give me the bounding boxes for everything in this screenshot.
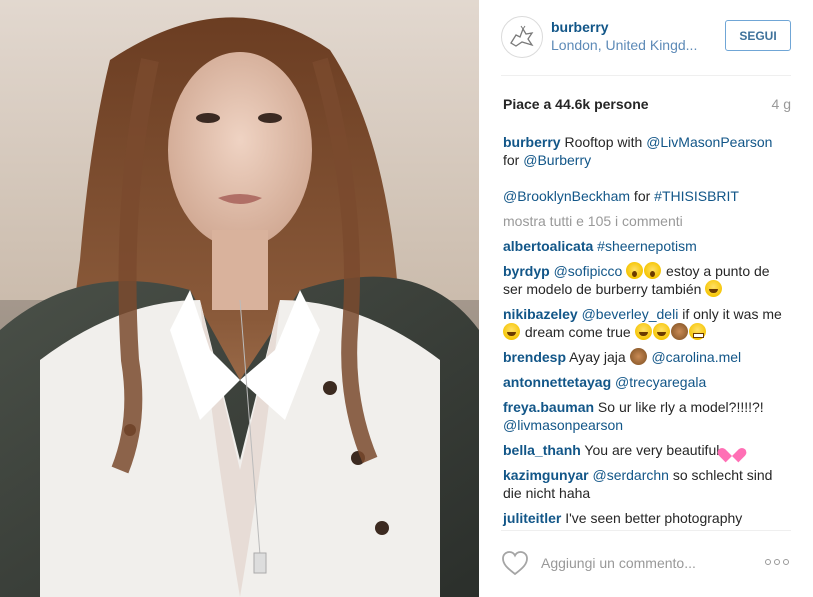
- comment-username[interactable]: antonnettetayag: [503, 374, 611, 390]
- comment-username[interactable]: bella_thanh: [503, 442, 581, 458]
- caption-mention[interactable]: @Burberry: [523, 152, 591, 168]
- list-item: antonnettetayag @trecyaregala: [503, 373, 791, 391]
- likes-count[interactable]: Piace a 44.6k persone: [503, 96, 649, 112]
- post-header: burberry London, United Kingd... SEGUI: [501, 14, 791, 62]
- see-no-evil-monkey-emoji-icon: [670, 323, 688, 340]
- burberry-knight-logo-icon: [510, 25, 534, 47]
- comment-mention[interactable]: @carolina.mel: [651, 349, 741, 365]
- sparkling-heart-emoji-icon: [723, 441, 743, 458]
- post-caption: burberry Rooftop with @LivMasonPearson f…: [503, 133, 791, 169]
- caption-text: Rooftop with: [560, 134, 647, 150]
- comment-username[interactable]: nikibazeley: [503, 306, 578, 322]
- view-all-comments-link[interactable]: mostra tutti e 105 i commenti: [503, 212, 791, 230]
- list-item: nikibazeley @beverley_deli if only it wa…: [503, 305, 791, 341]
- list-item: bella_thanh You are very beautiful: [503, 441, 791, 459]
- see-no-evil-monkey-emoji-icon: [629, 348, 647, 365]
- more-options-icon[interactable]: [765, 557, 791, 567]
- post-footer: [501, 540, 791, 588]
- dot-icon: [783, 559, 789, 565]
- comment-username[interactable]: juliteitler: [503, 510, 561, 526]
- footer-divider: [501, 530, 791, 531]
- caption-text: for: [630, 188, 655, 204]
- comment-username[interactable]: kazimgunyar: [503, 467, 589, 483]
- comment-input[interactable]: [541, 552, 751, 574]
- comment-text: You are very beautiful: [580, 442, 724, 458]
- comments-list: burberry Rooftop with @LivMasonPearson f…: [503, 133, 791, 534]
- post-age[interactable]: 4 g: [772, 96, 791, 112]
- post-photo[interactable]: [0, 0, 479, 597]
- comment-mention[interactable]: @serdarchn: [592, 467, 668, 483]
- comment-mention[interactable]: @trecyaregala: [615, 374, 706, 390]
- comment-text: I've seen better photography: [561, 510, 743, 526]
- comment-mention[interactable]: @beverley_deli: [582, 306, 679, 322]
- comment-text: So ur like rly a model?!!!!?!: [594, 399, 764, 415]
- photo-illustration: [0, 0, 479, 597]
- crying-emoji-icon: [652, 323, 670, 340]
- comment-hashtag[interactable]: #sheernepotism: [597, 238, 697, 254]
- caption-mention[interactable]: @LivMasonPearson: [646, 134, 772, 150]
- scream-emoji-icon: [644, 262, 662, 279]
- comment-username[interactable]: freya.bauman: [503, 399, 594, 415]
- comment-text: if only it was me: [678, 306, 782, 322]
- post-username[interactable]: burberry: [551, 19, 609, 35]
- grimacing-emoji-icon: [688, 323, 706, 340]
- comment-username[interactable]: byrdyp: [503, 263, 550, 279]
- dot-icon: [774, 559, 780, 565]
- laughing-crying-emoji-icon: [705, 280, 723, 297]
- caption-hashtag[interactable]: #THISISBRIT: [654, 188, 739, 204]
- follow-button[interactable]: SEGUI: [725, 20, 791, 51]
- comment-username[interactable]: brendesp: [503, 349, 566, 365]
- caption-text: for: [503, 152, 524, 168]
- list-item: kazimgunyar @serdarchn so schlecht sind …: [503, 466, 791, 502]
- comment-text: Ayay jaja: [566, 349, 630, 365]
- post-details-panel: burberry London, United Kingd... SEGUI P…: [479, 0, 813, 597]
- comment-username[interactable]: albertoalicata: [503, 238, 593, 254]
- list-item: byrdyp @sofipicco estoy a punto de ser m…: [503, 262, 791, 298]
- caption-second-line: @BrooklynBeckham for #THISISBRIT: [503, 187, 791, 205]
- avatar[interactable]: [501, 16, 543, 58]
- dot-icon: [765, 559, 771, 565]
- comment-text: dream come true: [521, 324, 635, 340]
- caption-username[interactable]: burberry: [503, 134, 561, 150]
- crying-emoji-icon: [634, 323, 652, 340]
- header-divider: [501, 75, 791, 76]
- heart-icon[interactable]: [501, 550, 529, 576]
- comment-mention[interactable]: @sofipicco: [554, 263, 623, 279]
- crying-emoji-icon: [503, 323, 520, 340]
- list-item: brendesp Ayay jaja @carolina.mel: [503, 348, 791, 366]
- list-item: freya.bauman So ur like rly a model?!!!!…: [503, 398, 791, 434]
- post-location[interactable]: London, United Kingd...: [551, 37, 711, 53]
- list-item: albertoalicata #sheernepotism: [503, 237, 791, 255]
- comment-mention[interactable]: @livmasonpearson: [503, 417, 623, 433]
- list-item: juliteitler I've seen better photography: [503, 509, 791, 527]
- caption-mention[interactable]: @BrooklynBeckham: [503, 188, 630, 204]
- scream-emoji-icon: [626, 262, 644, 279]
